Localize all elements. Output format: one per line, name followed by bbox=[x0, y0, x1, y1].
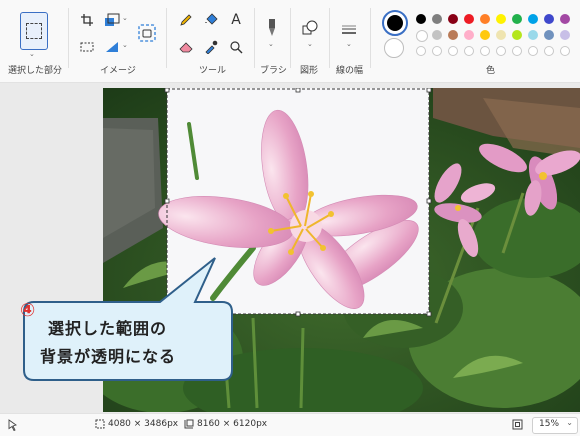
selection-size-text: 8160 × 6120px bbox=[197, 419, 268, 429]
callout-line-1: 選択した範囲の bbox=[48, 319, 168, 338]
image-size-icon bbox=[95, 419, 105, 432]
zoom-chevron-icon: ⌄ bbox=[566, 418, 573, 427]
status-bar: 4080 × 3486px 8160 × 6120px 15% ⌄ bbox=[0, 413, 580, 436]
zoom-dropdown[interactable]: 15% ⌄ bbox=[532, 417, 578, 434]
image-size-text: 4080 × 3486px bbox=[108, 419, 179, 429]
fit-to-window-icon[interactable] bbox=[512, 419, 523, 433]
callout-bubble bbox=[23, 257, 233, 381]
zoom-value: 15% bbox=[539, 419, 560, 429]
callout-step-number: ④ bbox=[20, 300, 36, 321]
selection-size-icon bbox=[184, 419, 194, 432]
callout-line-2: 背景が透明になる bbox=[40, 347, 177, 366]
pointer-icon bbox=[8, 419, 18, 434]
